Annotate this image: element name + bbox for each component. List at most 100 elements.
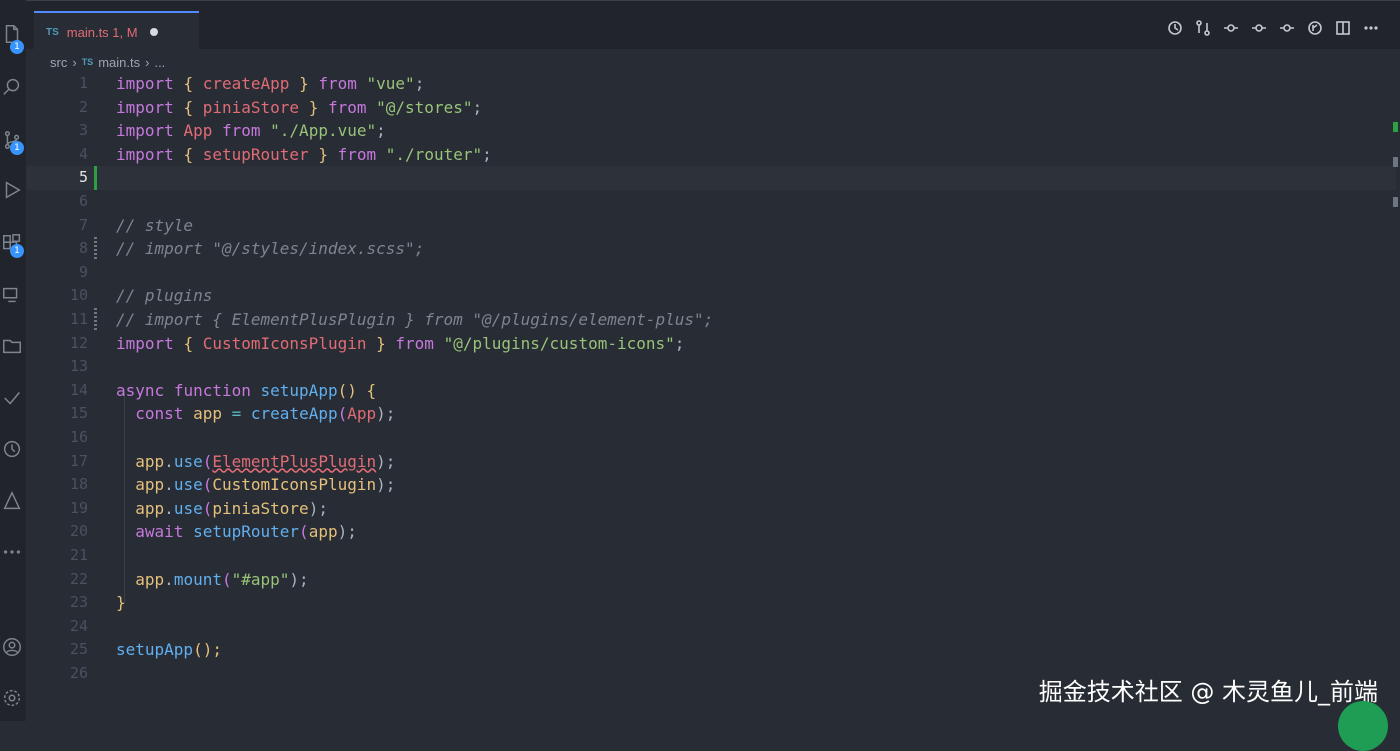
code-editor[interactable]: 1 import { createApp } from "vue"; 2 imp… (26, 72, 1398, 721)
code-line-active[interactable]: 5 (26, 166, 1396, 190)
code-line[interactable]: 2 import { piniaStore } from "@/stores"; (26, 96, 1396, 120)
token: import (116, 74, 174, 93)
line-number: 2 (78, 97, 88, 116)
code-line[interactable]: 8 // import "@/styles/index.scss"; (26, 237, 1396, 261)
search-icon[interactable] (0, 75, 24, 99)
code-line[interactable]: 3 import App from "./App.vue"; (26, 119, 1396, 143)
line-number: 7 (78, 215, 88, 234)
token: use (173, 475, 203, 495)
token: ( (202, 475, 213, 495)
tab-label: main.ts 1, M (66, 24, 138, 40)
token: app (135, 498, 165, 518)
token: import (116, 97, 174, 117)
token: from (337, 144, 377, 164)
code-line[interactable]: 15 const app = createApp(App); (26, 402, 1396, 426)
chevron-right-icon: › (145, 54, 150, 70)
code-line[interactable]: 14 async function setupApp() { (26, 379, 1396, 403)
code-line[interactable]: 21 (26, 544, 1396, 568)
code-line[interactable]: 10 // plugins (26, 284, 1396, 308)
run-debug-icon[interactable] (0, 178, 24, 202)
token: import (116, 333, 174, 353)
modified-line-marker (94, 237, 97, 261)
line-number: 6 (78, 192, 88, 210)
code-line[interactable]: 7 // style (26, 214, 1396, 238)
breadcrumb-file[interactable]: main.ts (98, 55, 140, 70)
line-number: 11 (69, 310, 88, 328)
token: from (327, 97, 367, 117)
history-icon[interactable] (1166, 19, 1184, 37)
code-line[interactable]: 24 (26, 615, 1396, 639)
compare-changes-icon[interactable] (1194, 19, 1212, 37)
token: mount (173, 569, 222, 589)
code-line[interactable]: 9 (26, 261, 1396, 285)
previous-change-icon[interactable] (1250, 19, 1268, 37)
account-icon[interactable] (0, 635, 24, 659)
split-editor-icon[interactable] (1334, 19, 1352, 37)
token: "./router" (385, 144, 483, 164)
breadcrumb-more[interactable]: ... (154, 55, 165, 70)
code-line[interactable]: 11 // import { ElementPlusPlugin } from … (26, 308, 1396, 332)
token: . (164, 569, 174, 589)
remote-explorer-icon[interactable] (0, 283, 24, 307)
code-line[interactable]: 18 app.use(CustomIconsPlugin); (26, 473, 1396, 497)
token: App (183, 121, 213, 141)
code-line[interactable]: 22 app.mount("#app"); (26, 568, 1396, 592)
testing-icon[interactable] (0, 386, 24, 410)
deploy-icon[interactable] (0, 489, 24, 513)
activity-bar: 1 1 1 (0, 0, 26, 721)
token: ); (337, 522, 357, 542)
tab-bar: TS main.ts 1, M (26, 0, 1400, 51)
unsaved-dot-icon[interactable] (149, 28, 158, 36)
modified-line-marker (94, 308, 97, 332)
git-commit-icon[interactable] (1222, 19, 1240, 37)
line-number: 9 (78, 262, 88, 281)
open-changes-icon[interactable] (1306, 19, 1324, 37)
token: App (347, 404, 377, 424)
line-number: 12 (69, 333, 88, 352)
code-line[interactable]: 23 } (26, 591, 1396, 615)
line-number: 24 (69, 616, 88, 635)
scm-badge: 1 (10, 141, 24, 155)
code-line[interactable]: 19 app.use(piniaStore); (26, 497, 1396, 521)
code-line[interactable]: 20 await setupRouter(app); (26, 520, 1396, 544)
line-number: 14 (69, 380, 88, 399)
code-line[interactable]: 4 import { setupRouter } from "./router"… (26, 143, 1396, 167)
line-number: 19 (69, 498, 88, 517)
overview-ruler-modified (1393, 197, 1398, 207)
breadcrumb-folder[interactable]: src (50, 55, 67, 70)
timeline-icon[interactable] (0, 437, 24, 461)
line-number: 10 (69, 286, 88, 305)
line-number: 17 (69, 451, 88, 470)
next-change-icon[interactable] (1278, 19, 1296, 37)
token: ; (674, 333, 685, 353)
token: } (318, 144, 328, 164)
more-actions-icon[interactable] (1362, 19, 1380, 37)
code-line[interactable]: 1 import { createApp } from "vue"; (26, 72, 1396, 96)
code-line[interactable]: 16 (26, 426, 1396, 450)
editor-toolbar (1166, 19, 1380, 37)
comment: // import { ElementPlusPlugin } from "@/… (116, 310, 714, 329)
token: use (173, 451, 203, 471)
token: piniaStore (202, 97, 300, 117)
tab-main-ts[interactable]: TS main.ts 1, M (34, 11, 199, 51)
token: app (135, 475, 165, 495)
token: createApp (250, 404, 338, 424)
chevron-right-icon: › (72, 54, 77, 70)
token: ); (376, 451, 396, 471)
settings-gear-icon[interactable] (0, 686, 24, 710)
error-token[interactable]: ElementPlusPlugin (212, 452, 376, 471)
token: ( (299, 522, 309, 542)
token: { (183, 144, 194, 164)
more-icon[interactable] (0, 540, 24, 564)
code-line[interactable]: 25 setupApp(); (26, 638, 1396, 662)
typescript-icon: TS (46, 26, 59, 38)
folder-icon[interactable] (0, 334, 24, 358)
watermark: 掘金技术社区 @ 木灵鱼儿_前端 (1038, 678, 1378, 706)
token: use (173, 498, 203, 518)
code-line[interactable]: 13 (26, 355, 1396, 379)
code-line[interactable]: 12 import { CustomIconsPlugin } from "@/… (26, 332, 1396, 356)
code-line[interactable]: 17 app.use(ElementPlusPlugin); (26, 450, 1396, 474)
code-line[interactable]: 6 (26, 190, 1396, 214)
token: { (183, 74, 194, 93)
token: . (164, 475, 174, 495)
